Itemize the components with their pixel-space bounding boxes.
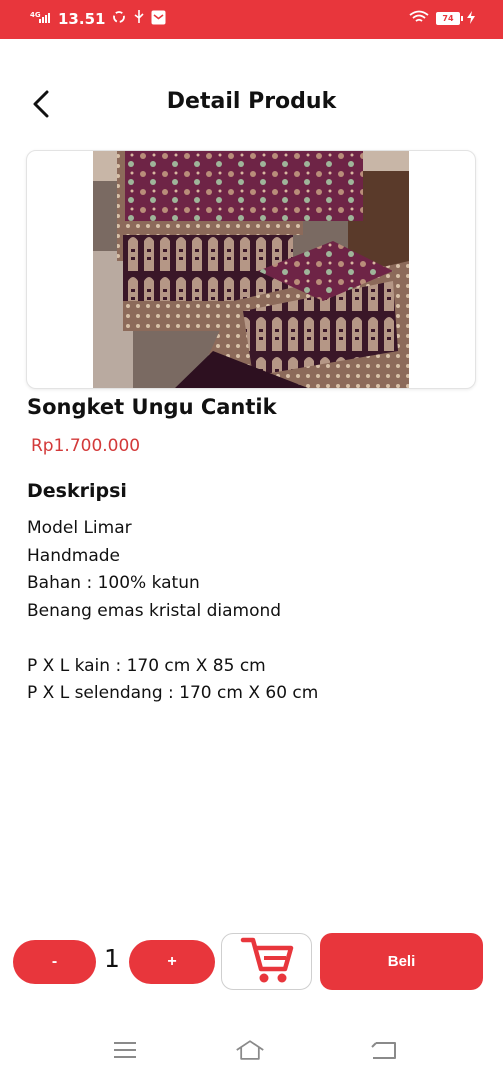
- charging-icon: [467, 10, 475, 27]
- description-text: Model Limar Handmade Bahan : 100% katun …: [27, 515, 318, 708]
- status-bar: 4G 13.51 74: [0, 0, 503, 39]
- description-line: P X L kain : 170 cm X 85 cm: [27, 655, 266, 676]
- add-to-cart-button[interactable]: [221, 933, 312, 990]
- description-line: Benang emas kristal diamond: [27, 600, 282, 621]
- back-nav-icon[interactable]: [369, 1038, 399, 1062]
- product-image-card: [26, 150, 476, 389]
- svg-text:4G: 4G: [30, 11, 41, 19]
- signal-icon: 4G: [30, 10, 52, 28]
- cart-icon: [239, 935, 295, 989]
- page-title: Detail Produk: [166, 89, 337, 114]
- status-right: 74: [409, 10, 475, 27]
- battery-icon: 74: [436, 12, 463, 25]
- description-line: Model Limar: [27, 518, 132, 538]
- description-line: Bahan : 100% katun: [27, 573, 200, 593]
- product-name: Songket Ungu Cantik: [27, 395, 277, 419]
- mail-icon: [151, 10, 166, 29]
- description-line: [27, 625, 318, 653]
- system-navigation-bar: [0, 1020, 503, 1080]
- purchase-bar: - 1 + Beli: [0, 930, 503, 992]
- sync-icon: [111, 9, 127, 29]
- product-image: [93, 151, 409, 388]
- home-icon[interactable]: [235, 1038, 265, 1062]
- wifi-icon: [409, 10, 429, 27]
- increase-quantity-button[interactable]: +: [129, 940, 215, 984]
- app-header: Detail Produk: [0, 80, 503, 130]
- menu-icon[interactable]: [110, 1038, 140, 1062]
- buy-button[interactable]: Beli: [320, 933, 483, 990]
- status-left: 4G 13.51: [30, 9, 166, 29]
- quantity-value: 1: [104, 944, 120, 973]
- description-line: P X L selendang : 170 cm X 60 cm: [27, 683, 319, 703]
- product-price: Rp1.700.000: [31, 436, 141, 456]
- description-title: Deskripsi: [27, 480, 127, 502]
- decrease-quantity-button[interactable]: -: [13, 940, 96, 984]
- usb-icon: [133, 9, 145, 29]
- status-time: 13.51: [58, 10, 106, 28]
- description-line: Handmade: [27, 545, 120, 566]
